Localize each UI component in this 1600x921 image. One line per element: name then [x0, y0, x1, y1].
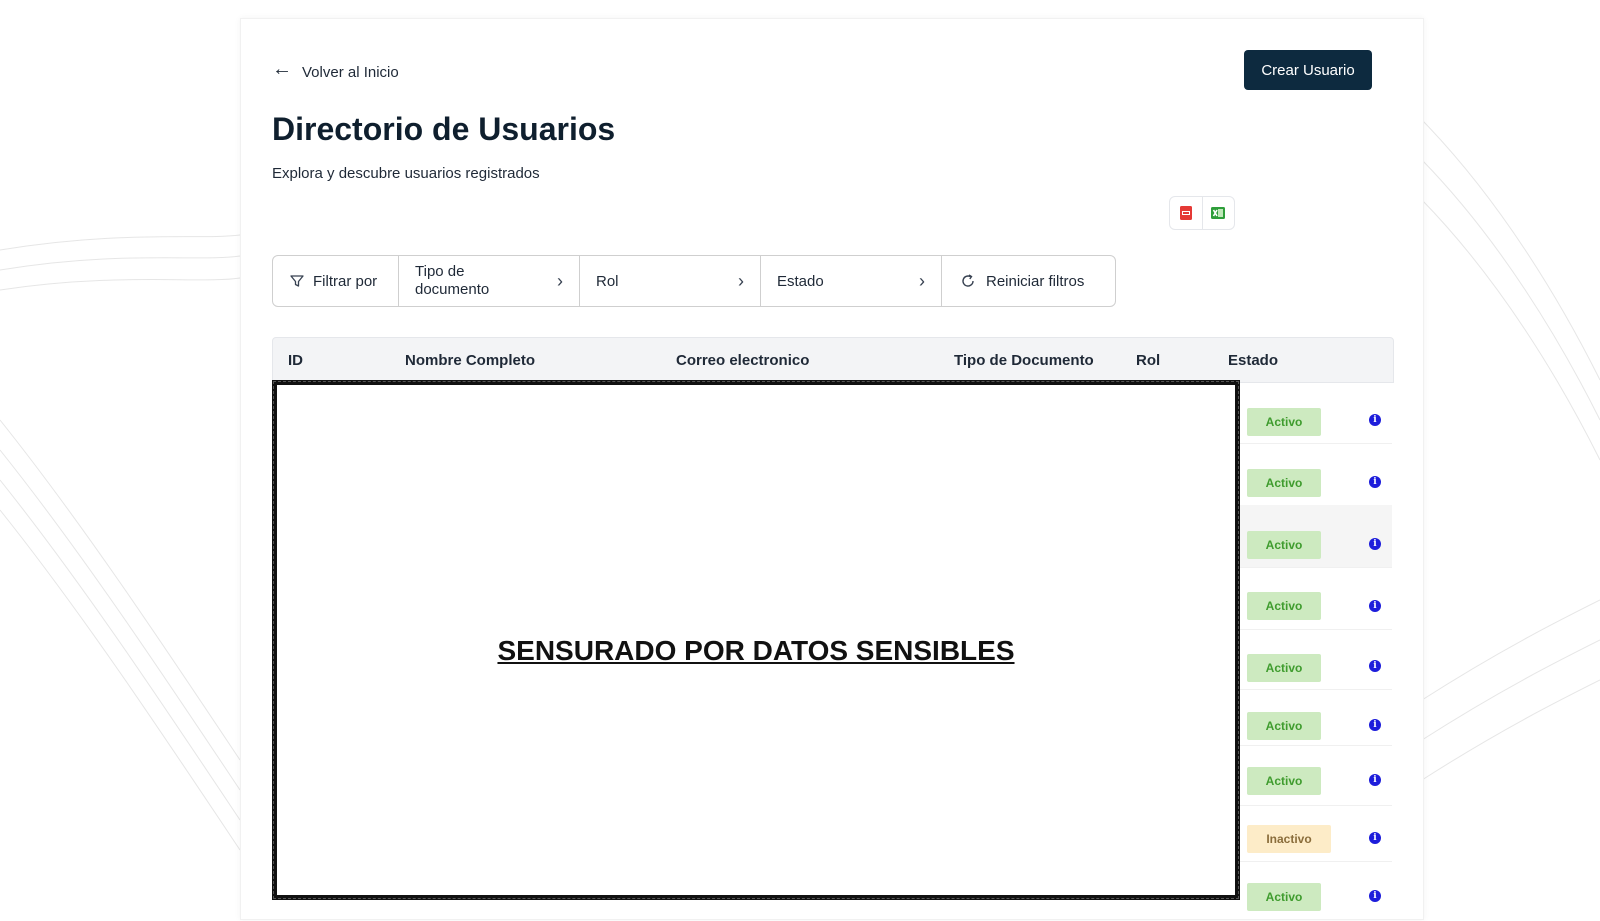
status-badge: Activo	[1247, 408, 1321, 436]
filter-document-type[interactable]: Tipo de documento ›	[399, 256, 580, 306]
info-icon[interactable]: i	[1369, 476, 1381, 488]
column-full-name[interactable]: Nombre Completo	[405, 352, 535, 369]
info-icon[interactable]: i	[1369, 890, 1381, 902]
redaction-label: SENSURADO POR DATOS SENSIBLES	[497, 635, 1015, 666]
status-badge: Activo	[1247, 469, 1321, 497]
status-badge: Activo	[1247, 592, 1321, 620]
export-pdf-button[interactable]	[1170, 197, 1202, 229]
filter-role-label: Rol	[596, 272, 619, 290]
column-role[interactable]: Rol	[1136, 352, 1160, 369]
pdf-icon	[1179, 206, 1192, 220]
filter-by-text: Filtrar por	[313, 272, 378, 290]
reset-filters-button[interactable]: Reiniciar filtros	[942, 256, 1112, 306]
status-badge: Activo	[1247, 712, 1321, 740]
back-to-home-link[interactable]: ← Volver al Inicio	[272, 59, 399, 85]
table-header: ID Nombre Completo Correo electronico Ti…	[272, 337, 1394, 383]
refresh-icon	[962, 274, 974, 287]
info-icon[interactable]: i	[1369, 832, 1381, 844]
filter-status-label: Estado	[777, 272, 824, 290]
chevron-right-icon: ›	[738, 270, 744, 291]
back-link-label: Volver al Inicio	[302, 63, 399, 81]
info-icon[interactable]: i	[1369, 414, 1381, 426]
page-title: Directorio de Usuarios	[272, 111, 616, 147]
info-icon[interactable]: i	[1369, 719, 1381, 731]
info-icon[interactable]: i	[1369, 538, 1381, 550]
filter-status[interactable]: Estado ›	[761, 256, 942, 306]
filter-role[interactable]: Rol ›	[580, 256, 761, 306]
page-subtitle: Explora y descubre usuarios registrados	[272, 165, 540, 182]
filter-by-label: Filtrar por	[273, 256, 399, 306]
excel-icon	[1211, 207, 1226, 219]
info-icon[interactable]: i	[1369, 600, 1381, 612]
filter-document-type-label: Tipo de documento	[415, 263, 489, 299]
status-badge: Activo	[1247, 531, 1321, 559]
chevron-right-icon: ›	[919, 270, 925, 291]
status-badge: Activo	[1247, 767, 1321, 795]
chevron-right-icon: ›	[557, 270, 563, 291]
filter-bar: Filtrar por Tipo de documento › Rol › Es…	[272, 255, 1116, 307]
column-id[interactable]: ID	[288, 352, 303, 369]
info-icon[interactable]: i	[1369, 660, 1381, 672]
info-icon[interactable]: i	[1369, 774, 1381, 786]
create-user-button[interactable]: Crear Usuario	[1244, 50, 1372, 90]
status-badge: Inactivo	[1247, 825, 1331, 853]
column-document-type[interactable]: Tipo de Documento	[954, 352, 1094, 369]
redaction-box: SENSURADO POR DATOS SENSIBLES	[272, 380, 1240, 900]
export-buttons	[1169, 196, 1235, 230]
status-badge: Activo	[1247, 654, 1321, 682]
column-email[interactable]: Correo electronico	[676, 352, 809, 369]
filter-icon	[290, 275, 304, 287]
filter-document-type-line1: Tipo de	[415, 263, 465, 280]
arrow-left-icon: ←	[272, 58, 292, 80]
column-status[interactable]: Estado	[1228, 352, 1278, 369]
reset-filters-label: Reiniciar filtros	[986, 272, 1085, 290]
export-excel-button[interactable]	[1201, 197, 1235, 229]
filter-document-type-line2: documento	[415, 281, 490, 298]
status-badge: Activo	[1247, 883, 1321, 911]
